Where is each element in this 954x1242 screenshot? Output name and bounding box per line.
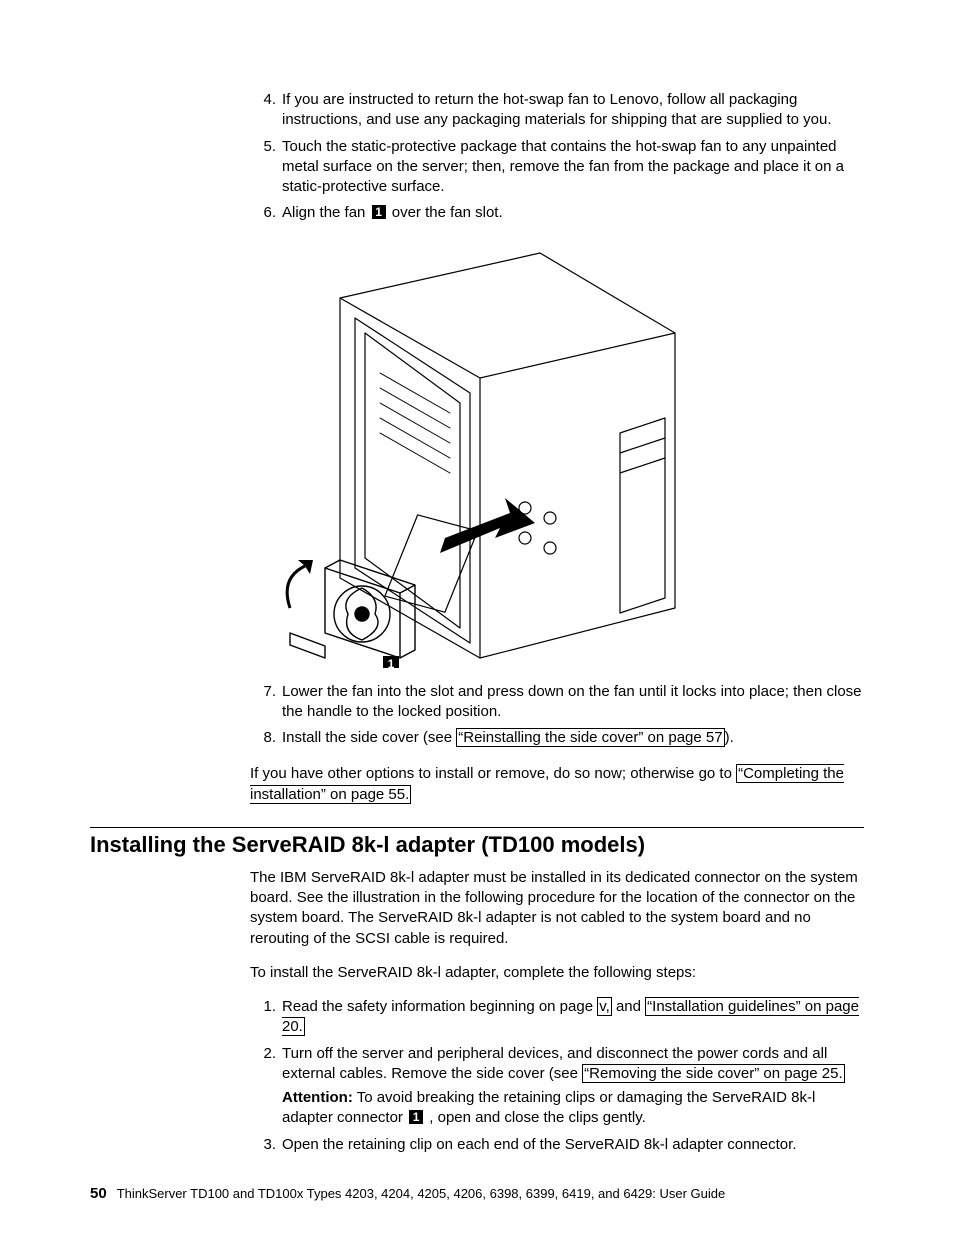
step8-pre: Install the side cover (see — [282, 729, 456, 746]
content-top: 4. If you are instructed to return the h… — [250, 90, 864, 805]
list-marker: 6. — [250, 203, 282, 223]
list-item: 7. Lower the fan into the slot and press… — [250, 682, 864, 723]
list-text: Open the retaining clip on each end of t… — [282, 1135, 864, 1155]
link-remove-cover[interactable]: “Removing the side cover” on page 25. — [582, 1064, 844, 1083]
list-item: 8. Install the side cover (see “Reinstal… — [250, 728, 864, 748]
list-text: Lower the fan into the slot and press do… — [282, 682, 864, 723]
list-text: If you are instructed to return the hot-… — [282, 90, 864, 131]
page-number: 50 — [90, 1185, 107, 1202]
list-item: 5. Touch the static-protective package t… — [250, 137, 864, 198]
link-safety-page[interactable]: v, — [597, 997, 612, 1016]
list-item: 6. Align the fan 1 over the fan slot. — [250, 203, 864, 223]
post-paragraph: If you have other options to install or … — [250, 764, 864, 805]
fan-install-diagram: 1 — [280, 238, 864, 672]
list-text: Touch the static-protective package that… — [282, 137, 864, 198]
list-item: 2. Turn off the server and peripheral de… — [250, 1044, 864, 1129]
intro-paragraph-2: To install the ServeRAID 8k-l adapter, c… — [250, 963, 864, 983]
step8-post: ). — [725, 729, 734, 746]
list-marker: 1. — [250, 997, 282, 1017]
list-item: 4. If you are instructed to return the h… — [250, 90, 864, 131]
list-item: 3. Open the retaining clip on each end o… — [250, 1135, 864, 1155]
step6-post: over the fan slot. — [388, 204, 503, 221]
s1-pre: Read the safety information beginning on… — [282, 998, 597, 1015]
list-text: Install the side cover (see “Reinstallin… — [282, 728, 864, 748]
list-marker: 4. — [250, 90, 282, 110]
page-footer: 50 ThinkServer TD100 and TD100x Types 42… — [90, 1185, 864, 1202]
callout-icon: 1 — [372, 205, 386, 219]
list-marker: 3. — [250, 1135, 282, 1155]
step6-pre: Align the fan — [282, 204, 370, 221]
attention-label: Attention: — [282, 1089, 353, 1106]
ordered-list-bottom: 1. Read the safety information beginning… — [250, 997, 864, 1155]
ordered-list-mid: 7. Lower the fan into the slot and press… — [250, 682, 864, 749]
list-marker: 5. — [250, 137, 282, 157]
diagram-callout-label: 1 — [388, 657, 395, 668]
list-text: Turn off the server and peripheral devic… — [282, 1044, 864, 1129]
list-marker: 7. — [250, 682, 282, 702]
footer-text: ThinkServer TD100 and TD100x Types 4203,… — [117, 1186, 726, 1201]
attn-post: , open and close the clips gently. — [425, 1109, 646, 1126]
s1-mid: and — [612, 998, 645, 1015]
list-item: 1. Read the safety information beginning… — [250, 997, 864, 1038]
list-text: Align the fan 1 over the fan slot. — [282, 203, 864, 223]
list-text: Read the safety information beginning on… — [282, 997, 864, 1038]
content-section: The IBM ServeRAID 8k-l adapter must be i… — [250, 868, 864, 1155]
section-heading: Installing the ServeRAID 8k-l adapter (T… — [90, 832, 864, 858]
link-reinstall-cover[interactable]: “Reinstalling the side cover” on page 57 — [456, 728, 724, 747]
intro-paragraph-1: The IBM ServeRAID 8k-l adapter must be i… — [250, 868, 864, 949]
page: 4. If you are instructed to return the h… — [0, 0, 954, 1242]
ordered-list-top: 4. If you are instructed to return the h… — [250, 90, 864, 224]
callout-icon: 1 — [409, 1110, 423, 1124]
post-pre: If you have other options to install or … — [250, 765, 736, 782]
server-chassis-illustration: 1 — [280, 238, 680, 668]
list-marker: 8. — [250, 728, 282, 748]
list-marker: 2. — [250, 1044, 282, 1064]
section-divider — [90, 827, 864, 828]
